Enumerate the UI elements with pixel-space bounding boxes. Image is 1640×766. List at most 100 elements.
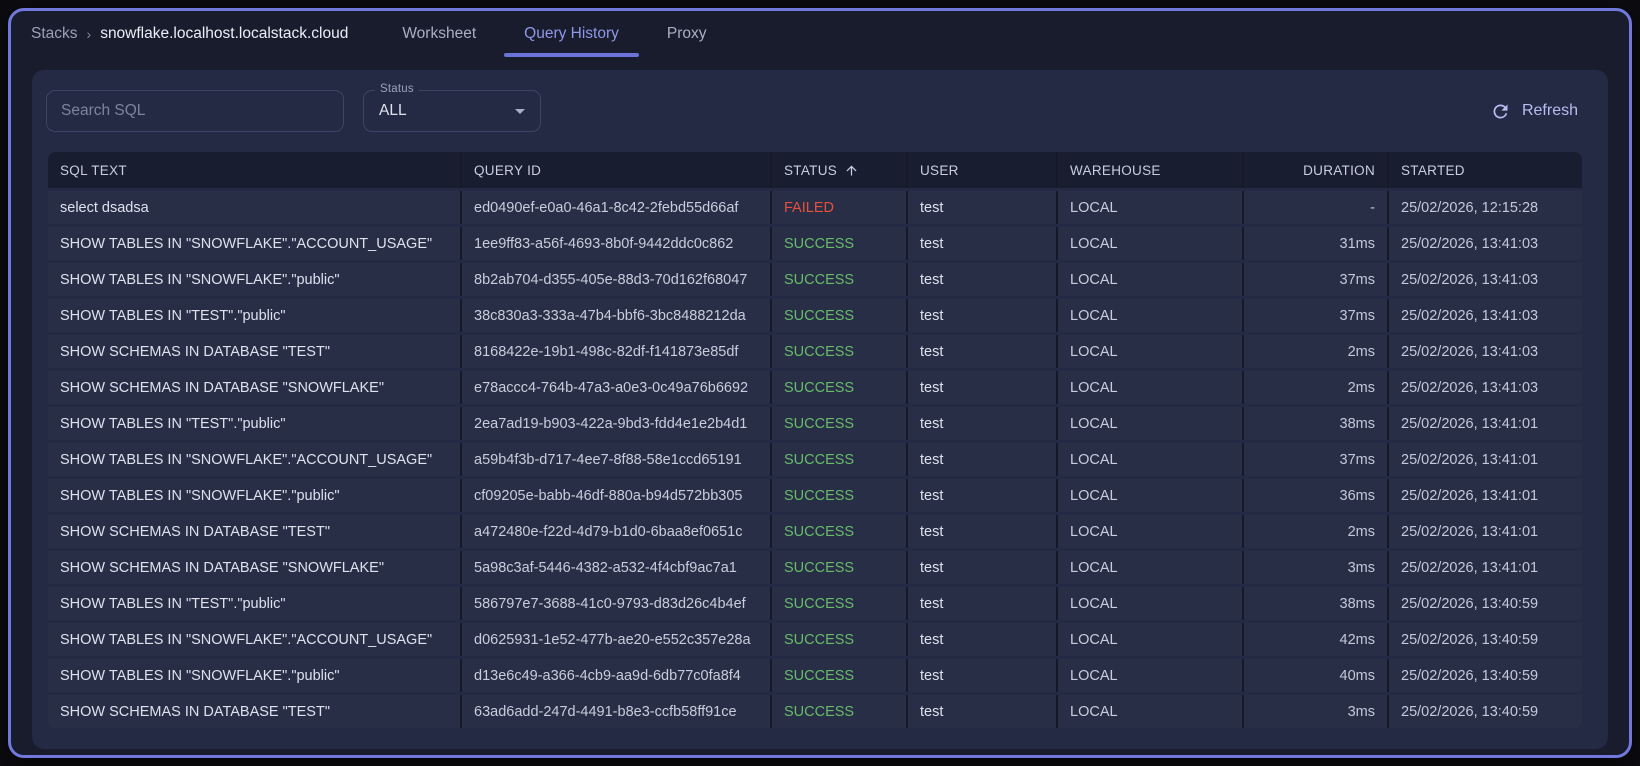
cell-user: test [908,695,1058,728]
refresh-button[interactable]: Refresh [1486,96,1582,126]
cell-started: 25/02/2026, 13:41:03 [1401,271,1539,288]
cell-started: 25/02/2026, 13:41:03 [1401,235,1539,252]
table-row[interactable]: SHOW TABLES IN "SNOWFLAKE"."ACCOUNT_USAG… [48,443,1582,476]
table-row[interactable]: SHOW TABLES IN "TEST"."public" 38c830a3-3… [48,299,1582,332]
cell-query_id: 586797e7-3688-41c0-9793-d83d26c4b4ef [462,587,772,620]
cell-started: 25/02/2026, 13:41:03 [1401,307,1539,324]
cell-warehouse: LOCAL [1058,623,1244,656]
cell-started: 25/02/2026, 12:15:28 [1401,199,1539,216]
cell-query_id: d0625931-1e52-477b-ae20-e552c357e28a [462,623,772,656]
cell-user: test [908,335,1058,368]
cell-user: test [908,407,1058,440]
tab-query-history[interactable]: Query History [500,11,643,57]
cell-query_id: 5a98c3af-5446-4382-a532-4f4cbf9ac7a1 [462,551,772,584]
breadcrumb-stacks-link[interactable]: Stacks [31,25,78,43]
breadcrumb-separator: › [86,26,92,42]
status-select-label: Status [375,83,419,95]
column-header-query_id[interactable]: QUERY ID [462,152,772,188]
cell-duration: 42ms [1244,623,1389,656]
app-window: Stacks › snowflake.localhost.localstack.… [8,8,1632,758]
cell-user: test [908,479,1058,512]
status-select-value: ALL [379,102,407,119]
column-header-label: DURATION [1303,162,1375,178]
query-history-panel: Status ALL Refresh SQL TEXT QUERY ID STATU… [32,70,1608,749]
cell-duration: 37ms [1244,443,1389,476]
cell-warehouse: LOCAL [1058,227,1244,260]
cell-query_id: 8168422e-19b1-498c-82df-f141873e85df [462,335,772,368]
cell-started: 25/02/2026, 13:40:59 [1401,703,1539,720]
cell-query_id: a472480e-f22d-4d79-b1d0-6baa8ef0651c [462,515,772,548]
cell-duration: 31ms [1244,227,1389,260]
tab-worksheet[interactable]: Worksheet [378,11,500,57]
refresh-icon [1490,101,1511,122]
column-header-status[interactable]: STATUS [772,152,908,188]
cell-query_id: e78accc4-764b-47a3-a0e3-0c49a76b6692 [462,371,772,404]
cell-duration: 2ms [1244,371,1389,404]
cell-warehouse: LOCAL [1058,551,1244,584]
table-row[interactable]: SHOW TABLES IN "SNOWFLAKE"."ACCOUNT_USAG… [48,623,1582,656]
cell-warehouse: LOCAL [1058,443,1244,476]
cell-sql: SHOW TABLES IN "SNOWFLAKE"."public" [48,659,462,692]
cell-status: SUCCESS [772,443,908,476]
cell-status: SUCCESS [772,659,908,692]
table-row[interactable]: SHOW SCHEMAS IN DATABASE "SNOWFLAKE" 5a98… [48,551,1582,584]
tab-proxy[interactable]: Proxy [643,11,731,57]
table-row[interactable]: SHOW SCHEMAS IN DATABASE "TEST" 8168422e-… [48,335,1582,368]
breadcrumb-stack-name: snowflake.localhost.localstack.cloud [100,25,349,42]
cell-started: 25/02/2026, 13:41:01 [1401,451,1539,468]
cell-started: 25/02/2026, 13:40:59 [1401,667,1539,684]
column-header-label: USER [920,162,959,178]
query-history-table: SQL TEXT QUERY ID STATUS USER WAREHOUSE DURAT… [48,152,1582,728]
cell-duration: 2ms [1244,515,1389,548]
cell-status: SUCCESS [772,479,908,512]
cell-status: SUCCESS [772,515,908,548]
chevron-down-icon [508,99,532,123]
column-header-label: STARTED [1401,162,1465,178]
cell-warehouse: LOCAL [1058,659,1244,692]
cell-query_id: 8b2ab704-d355-405e-88d3-70d162f68047 [462,263,772,296]
table-row[interactable]: SHOW TABLES IN "SNOWFLAKE"."ACCOUNT_USAG… [48,227,1582,260]
cell-status: SUCCESS [772,407,908,440]
tab-bar: Worksheet Query History Proxy [378,11,730,57]
column-header-warehouse[interactable]: WAREHOUSE [1058,152,1244,188]
cell-started: 25/02/2026, 13:40:59 [1401,631,1539,648]
table-row[interactable]: SHOW TABLES IN "TEST"."public" 586797e7-3… [48,587,1582,620]
cell-query_id: 63ad6add-247d-4491-b8e3-ccfb58ff91ce [462,695,772,728]
cell-sql: select dsadsa [48,191,462,224]
table-row[interactable]: select dsadsa ed0490ef-e0a0-46a1-8c42-2fe… [48,191,1582,224]
breadcrumb: Stacks › snowflake.localhost.localstack.… [11,11,348,57]
table-row[interactable]: SHOW SCHEMAS IN DATABASE "TEST" 63ad6add-… [48,695,1582,728]
cell-started: 25/02/2026, 13:41:03 [1401,379,1539,396]
cell-warehouse: LOCAL [1058,479,1244,512]
cell-user: test [908,623,1058,656]
toolbar: Status ALL Refresh [32,70,1608,134]
table-row[interactable]: SHOW TABLES IN "SNOWFLAKE"."public" d13e6… [48,659,1582,692]
table-row[interactable]: SHOW SCHEMAS IN DATABASE "SNOWFLAKE" e78a… [48,371,1582,404]
table-row[interactable]: SHOW TABLES IN "TEST"."public" 2ea7ad19-b… [48,407,1582,440]
cell-started: 25/02/2026, 13:41:01 [1401,487,1539,504]
column-header-started[interactable]: STARTED [1389,152,1582,188]
column-header-duration[interactable]: DURATION [1244,152,1389,188]
cell-sql: SHOW SCHEMAS IN DATABASE "TEST" [48,695,462,728]
cell-sql: SHOW TABLES IN "SNOWFLAKE"."ACCOUNT_USAG… [48,227,462,260]
cell-warehouse: LOCAL [1058,371,1244,404]
cell-query_id: 1ee9ff83-a56f-4693-8b0f-9442ddc0c862 [462,227,772,260]
cell-query_id: ed0490ef-e0a0-46a1-8c42-2febd55d66af [462,191,772,224]
search-input[interactable] [46,90,344,132]
table-row[interactable]: SHOW TABLES IN "SNOWFLAKE"."public" 8b2ab… [48,263,1582,296]
cell-duration: - [1244,191,1389,224]
table-row[interactable]: SHOW SCHEMAS IN DATABASE "TEST" a472480e-… [48,515,1582,548]
cell-sql: SHOW TABLES IN "SNOWFLAKE"."ACCOUNT_USAG… [48,623,462,656]
cell-warehouse: LOCAL [1058,335,1244,368]
cell-duration: 37ms [1244,299,1389,332]
cell-sql: SHOW SCHEMAS IN DATABASE "SNOWFLAKE" [48,371,462,404]
status-select[interactable]: Status ALL [363,83,541,132]
refresh-button-label: Refresh [1521,102,1578,119]
column-header-sql[interactable]: SQL TEXT [48,152,462,188]
cell-duration: 36ms [1244,479,1389,512]
column-header-user[interactable]: USER [908,152,1058,188]
cell-duration: 3ms [1244,695,1389,728]
column-header-label: QUERY ID [474,162,542,178]
cell-user: test [908,299,1058,332]
table-row[interactable]: SHOW TABLES IN "SNOWFLAKE"."public" cf092… [48,479,1582,512]
